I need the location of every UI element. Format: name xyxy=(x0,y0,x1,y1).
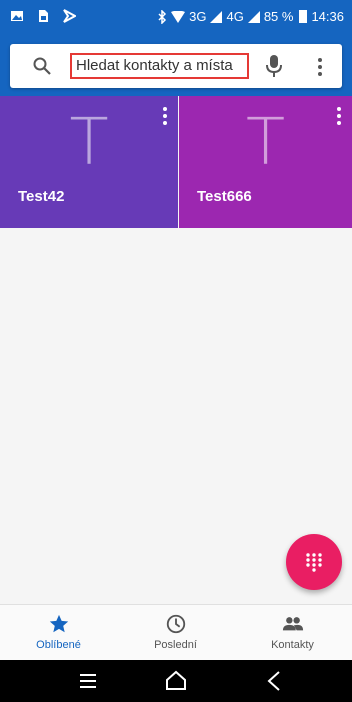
clock-icon xyxy=(166,614,185,634)
contact-initial: T xyxy=(245,106,286,180)
wifi-icon xyxy=(171,10,186,23)
favorite-contact-tile[interactable]: T Test42 xyxy=(0,96,178,228)
signal-icon-2 xyxy=(247,10,260,23)
tab-label: Poslední xyxy=(154,639,197,651)
star-icon xyxy=(49,614,68,633)
people-icon xyxy=(282,617,303,631)
microphone-icon[interactable] xyxy=(264,54,284,78)
status-bar: 3G 4G 85 % 14:36 xyxy=(0,0,352,36)
contact-initial: T xyxy=(69,106,109,180)
search-bar[interactable]: Hledat kontakty a místa xyxy=(10,44,342,88)
contact-name: Test666 xyxy=(197,188,252,205)
battery-icon xyxy=(299,10,308,23)
tab-label: Kontakty xyxy=(271,639,314,651)
search-input[interactable]: Hledat kontakty a místa xyxy=(70,53,249,79)
home-icon[interactable] xyxy=(164,669,188,693)
favorite-contact-tile[interactable]: T Test666 xyxy=(179,96,352,228)
play-notification-icon xyxy=(63,9,76,23)
network-type-label: 3G xyxy=(189,9,207,24)
tile-menu-icon[interactable] xyxy=(336,106,342,126)
image-notification-icon xyxy=(11,11,23,21)
favorites-grid: T Test42 T Test666 xyxy=(0,96,352,228)
sim-notification-icon xyxy=(39,10,48,22)
search-header: Hledat kontakty a místa xyxy=(0,36,352,96)
menu-icon[interactable] xyxy=(76,669,100,693)
dialpad-icon xyxy=(306,553,322,572)
back-icon[interactable] xyxy=(262,669,286,693)
bluetooth-icon xyxy=(158,9,167,24)
bottom-navigation: Oblíbené Poslední Kontakty xyxy=(0,604,352,660)
network-type-label-2: 4G xyxy=(226,9,244,24)
battery-percent: 85 % xyxy=(263,9,294,24)
contact-name: Test42 xyxy=(18,188,65,205)
search-icon[interactable] xyxy=(32,56,52,76)
tab-recent[interactable]: Poslední xyxy=(117,605,234,661)
system-navigation-bar xyxy=(0,660,352,702)
more-options-icon[interactable] xyxy=(316,56,324,78)
tab-contacts[interactable]: Kontakty xyxy=(234,605,351,661)
clock-time: 14:36 xyxy=(311,9,344,24)
tab-favorites[interactable]: Oblíbené xyxy=(0,605,117,661)
tab-label: Oblíbené xyxy=(36,639,81,651)
dialpad-button[interactable] xyxy=(286,534,342,590)
signal-icon xyxy=(210,10,223,23)
tile-menu-icon[interactable] xyxy=(162,106,168,126)
